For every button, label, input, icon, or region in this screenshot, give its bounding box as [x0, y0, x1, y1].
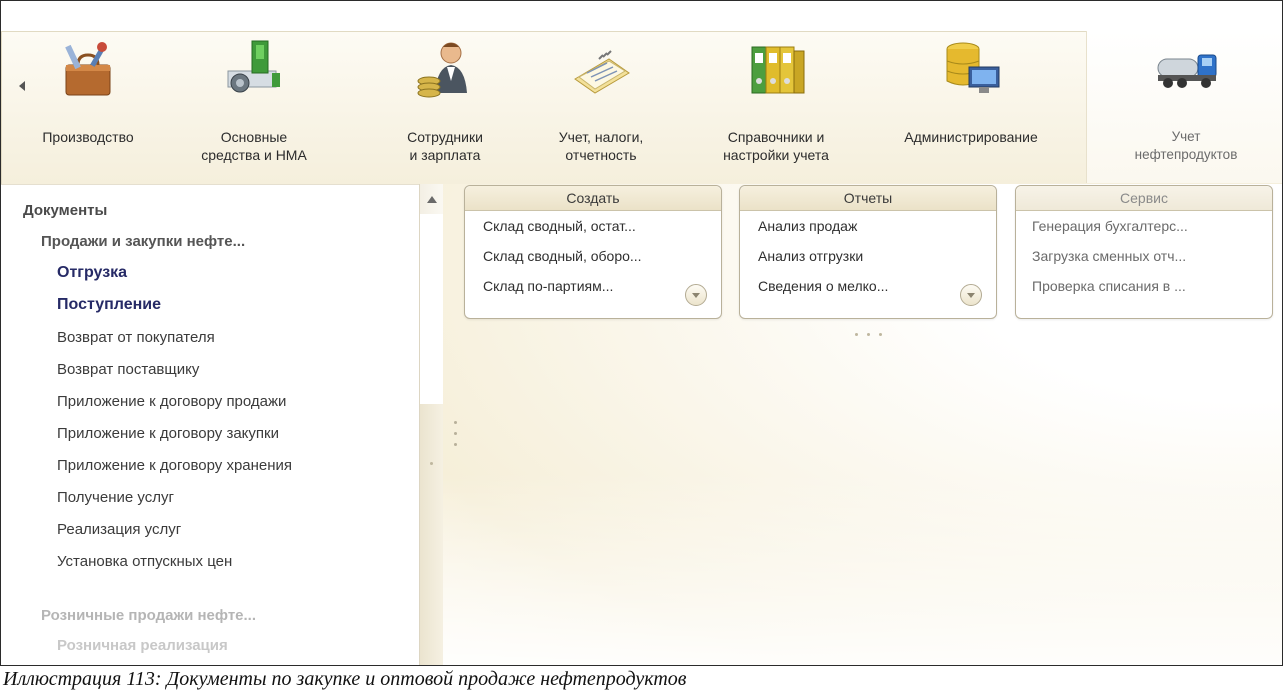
expand-more-icon[interactable]	[960, 284, 982, 306]
employee-coins-icon	[417, 42, 467, 98]
scrollbar-track[interactable]	[420, 214, 444, 405]
nav-item-receipt[interactable]: Поступление	[57, 296, 161, 314]
section-label: Администрирование	[904, 129, 1038, 145]
section-catalogs[interactable]: Справочники и настройки учета	[701, 31, 851, 183]
section-accounting[interactable]: Учет, налоги, отчетность	[531, 31, 671, 183]
scrollbar-thumb[interactable]	[420, 404, 444, 665]
reports-panel: Отчеты Анализ продаж Анализ отгрузки Све…	[739, 185, 997, 319]
report-item-small-info[interactable]: Сведения о мелко...	[740, 278, 956, 294]
nav-item-storage-contract-appendix[interactable]: Приложение к договору хранения	[57, 457, 292, 474]
section-label: Производство	[42, 129, 134, 145]
nav-item-services-received[interactable]: Получение услуг	[57, 489, 174, 506]
service-item-load-shift-reports[interactable]: Загрузка сменных отч...	[1016, 248, 1272, 264]
section-label: Учет нефтепродуктов	[1134, 129, 1238, 162]
scroll-left-arrow-icon[interactable]	[19, 81, 25, 91]
nav-group-retail-sales[interactable]: Розничные продажи нефте...	[41, 607, 256, 624]
section-label: Сотрудники и зарплата	[407, 129, 483, 163]
database-computer-icon	[946, 42, 1000, 93]
nav-item-retail-sale[interactable]: Розничная реализация	[57, 637, 228, 654]
application-window: Производство Основные средства и НМА Сот…	[0, 0, 1283, 666]
navigation-panel: Документы Продажи и закупки нефте... Отг…	[1, 184, 419, 665]
nav-scrollbar[interactable]	[419, 184, 444, 665]
service-panel-title: Сервис	[1016, 186, 1272, 211]
section-administration[interactable]: Администрирование	[881, 31, 1061, 183]
section-fixed-assets[interactable]: Основные средства и НМА	[189, 31, 319, 183]
nav-item-purchase-contract-appendix[interactable]: Приложение к договору закупки	[57, 425, 279, 442]
create-item-warehouse-turnover[interactable]: Склад сводный, оборо...	[465, 248, 721, 264]
nav-title-documents: Документы	[23, 202, 108, 219]
service-item-check-writeoff[interactable]: Проверка списания в ...	[1016, 278, 1272, 294]
splitter-handle[interactable]	[454, 421, 458, 454]
service-item-generate-accounting[interactable]: Генерация бухгалтерс...	[1016, 218, 1272, 234]
create-panel-title: Создать	[465, 186, 721, 211]
section-label: Учет, налоги, отчетность	[558, 129, 644, 163]
reports-panel-title: Отчеты	[740, 186, 996, 211]
nav-item-shipment[interactable]: Отгрузка	[57, 264, 127, 282]
nav-item-customer-return[interactable]: Возврат от покупателя	[57, 329, 215, 346]
report-item-sales-analysis[interactable]: Анализ продаж	[740, 218, 996, 234]
expand-more-icon[interactable]	[685, 284, 707, 306]
panel-splitter-handle[interactable]	[855, 323, 891, 341]
section-label: Основные средства и НМА	[201, 129, 307, 163]
notepad-icon	[574, 50, 630, 94]
report-item-shipment-analysis[interactable]: Анализ отгрузки	[740, 248, 996, 264]
scrollbar-grip-icon	[430, 462, 433, 465]
nav-item-set-release-prices[interactable]: Установка отпускных цен	[57, 553, 232, 570]
section-label: Справочники и настройки учета	[723, 129, 829, 163]
figure-caption: Иллюстрация 113: Документы по закупке и …	[3, 668, 687, 690]
service-panel: Сервис Генерация бухгалтерс... Загрузка …	[1015, 185, 1273, 319]
machine-tool-icon	[227, 40, 280, 93]
section-production[interactable]: Производство	[29, 31, 147, 183]
binders-icon	[751, 46, 805, 94]
create-panel: Создать Склад сводный, остат... Склад св…	[464, 185, 722, 319]
nav-item-sales-contract-appendix[interactable]: Приложение к договору продажи	[57, 393, 286, 410]
create-item-warehouse-balance[interactable]: Склад сводный, остат...	[465, 218, 721, 234]
nav-item-supplier-return[interactable]: Возврат поставщику	[57, 361, 199, 378]
tanker-truck-icon	[1157, 54, 1217, 88]
toolbox-icon	[65, 42, 111, 96]
section-employees[interactable]: Сотрудники и зарплата	[384, 31, 506, 183]
scroll-up-arrow-icon[interactable]	[427, 196, 437, 203]
section-oil-products[interactable]: Учет нефтепродуктов	[1086, 31, 1282, 183]
nav-group-sales-purchases[interactable]: Продажи и закупки нефте...	[41, 233, 245, 250]
nav-item-services-sold[interactable]: Реализация услуг	[57, 521, 181, 538]
create-item-warehouse-batches[interactable]: Склад по-партиям...	[465, 278, 681, 294]
